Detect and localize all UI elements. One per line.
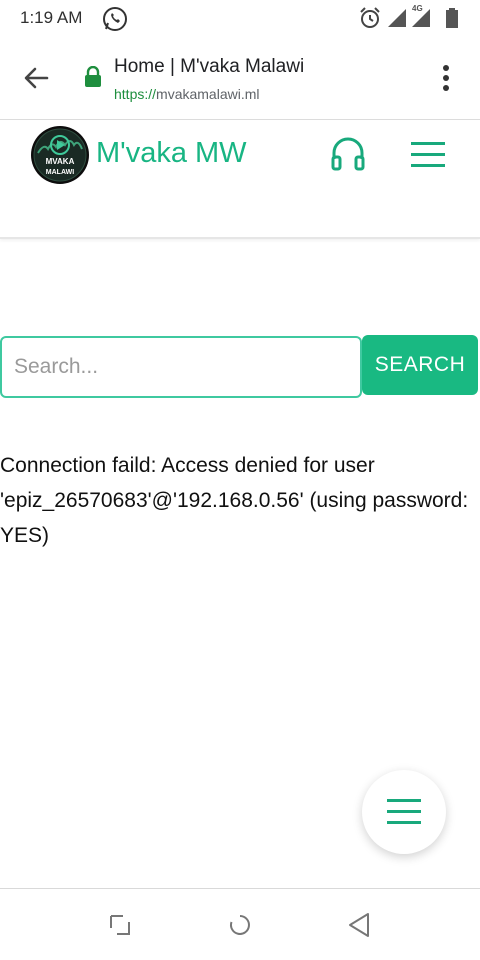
page-title[interactable]: Home | M'vaka Malawi	[114, 56, 304, 78]
url-scheme: https://	[114, 86, 157, 102]
back-triangle-icon[interactable]	[346, 911, 372, 939]
signal-icon-secondary	[412, 9, 430, 27]
back-arrow-icon[interactable]	[20, 62, 52, 94]
alarm-icon	[360, 7, 380, 28]
site-header: MVAKA MALAWI M'vaka MW	[0, 121, 480, 239]
site-name[interactable]: M'vaka MW	[96, 137, 247, 170]
browser-toolbar: Home | M'vaka Malawi https://mvakamalawi…	[0, 36, 480, 120]
page-url[interactable]: https://mvakamalawi.ml	[114, 86, 260, 102]
home-circle-icon[interactable]	[228, 913, 252, 937]
search-button[interactable]: SEARCH	[362, 335, 478, 395]
floating-menu-button[interactable]	[362, 770, 446, 854]
logo-text-line2: MALAWI	[46, 169, 74, 176]
lock-icon	[85, 66, 101, 87]
status-time: 1:19 AM	[20, 8, 83, 27]
recent-apps-icon[interactable]	[108, 913, 132, 937]
search-input[interactable]	[0, 336, 362, 398]
system-nav-bar	[0, 888, 480, 960]
connection-error-message: Connection faild: Access denied for user…	[0, 454, 469, 547]
whatsapp-icon	[103, 7, 127, 31]
signal-icon	[388, 9, 406, 27]
logo-text-line1: MVAKA	[46, 157, 75, 166]
headphones-icon[interactable]	[330, 133, 366, 173]
hamburger-menu-icon[interactable]	[410, 139, 446, 171]
hamburger-menu-icon	[387, 799, 421, 824]
more-vert-icon[interactable]	[434, 62, 458, 94]
status-bar: 1:19 AM 4G	[0, 0, 480, 36]
url-host: mvakamalawi.ml	[156, 86, 260, 102]
battery-icon	[446, 8, 458, 28]
site-logo[interactable]: MVAKA MALAWI	[30, 123, 90, 187]
